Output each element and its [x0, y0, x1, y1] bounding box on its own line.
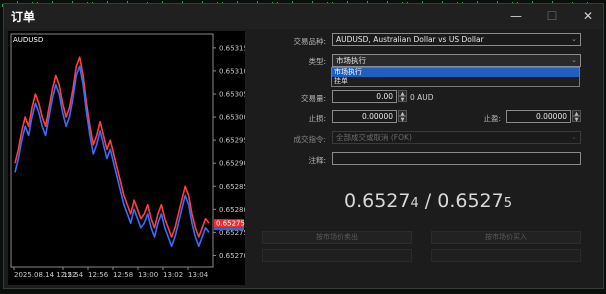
order-dialog: 订单 — ☐ ✕ 0.653150.653100.653050.653000.6… — [3, 3, 604, 289]
close-icon[interactable]: ✕ — [570, 4, 606, 29]
type-select[interactable]: 市场执行 ⌄ — [332, 54, 581, 67]
chart-canvas: 0.65315 0.65310 0.65305 0.65300 0.65295 0.652… — [10, 33, 245, 279]
step-down-icon[interactable]: ▼ — [398, 96, 407, 103]
quote-separator: / — [418, 190, 438, 212]
volume-label: 交易量: — [300, 94, 326, 103]
type-value: 市场执行 — [336, 56, 366, 65]
price-tick-label: 0.65290 — [219, 160, 245, 168]
volume-stepper[interactable]: ▲ ▼ — [398, 90, 407, 103]
symbol-value: AUDUSD, Australian Dollar vs US Dollar — [336, 35, 484, 44]
price-tick-label: 0.65305 — [219, 90, 245, 98]
fill-policy-label: 成交指令: — [293, 135, 326, 144]
chevron-down-icon: ⌄ — [571, 133, 577, 141]
step-down-icon[interactable]: ▼ — [398, 116, 407, 123]
time-tick-label: 12:58 — [113, 271, 133, 279]
price-tick-label: 0.65280 — [219, 206, 245, 214]
price-tick-label: 0.65295 — [219, 137, 245, 145]
ask-price: 0.6527 — [437, 190, 504, 212]
time-tick-label: 13:02 — [163, 271, 183, 279]
takeprofit-label: 止盈: — [483, 114, 501, 123]
price-tick-label: 0.65315 — [219, 44, 245, 52]
stoploss-value: 0.00000 — [361, 112, 393, 121]
takeprofit-input[interactable]: 0.00000 — [506, 110, 571, 123]
time-tick-label: 12:56 — [88, 271, 109, 279]
time-tick-label: 12:54 — [63, 271, 84, 279]
type-option-market[interactable]: 市场执行 — [332, 68, 579, 77]
sell-market-button[interactable]: 按市场价卖出 — [262, 231, 412, 244]
buy-status-bar — [431, 249, 581, 262]
takeprofit-value: 0.00000 — [535, 112, 567, 121]
bid-price-last-digit: 4 — [410, 196, 419, 211]
comment-label: 注释: — [308, 156, 326, 165]
step-down-icon[interactable]: ▼ — [572, 116, 581, 123]
volume-unit: 0 AUD — [410, 93, 434, 102]
price-tick-label: 0.65300 — [219, 114, 245, 122]
symbol-select[interactable]: AUDUSD, Australian Dollar vs US Dollar ⌄ — [332, 33, 581, 46]
window-title: 订单 — [11, 10, 36, 24]
stoploss-label: 止损: — [308, 114, 326, 123]
time-tick-label: 13:00 — [138, 271, 158, 279]
buy-market-button[interactable]: 按市场价买入 — [431, 231, 581, 244]
plot-frame — [10, 33, 214, 268]
chevron-down-icon: ⌄ — [571, 35, 577, 43]
bid-line — [14, 56, 210, 238]
chevron-down-icon: ⌄ — [571, 56, 577, 64]
quote-display: 0.65274 / 0.65275 — [344, 190, 512, 212]
volume-value: 0.00 — [376, 92, 393, 101]
price-chart[interactable]: 0.65315 0.65310 0.65305 0.65300 0.65295 0.652… — [8, 31, 245, 285]
time-tick-label: 13:04 — [188, 271, 209, 279]
comment-input[interactable] — [332, 152, 581, 165]
chart-symbol: AUDUSD — [13, 36, 44, 44]
stoploss-stepper[interactable]: ▲ ▼ — [398, 110, 407, 123]
maximize-icon[interactable]: ☐ — [534, 4, 570, 29]
ask-line — [14, 65, 210, 247]
fill-policy-select[interactable]: 全部成交或取消 (FOK) ⌄ — [332, 131, 581, 144]
title-bar[interactable]: 订单 — ☐ ✕ — [4, 4, 603, 29]
stoploss-input[interactable]: 0.00000 — [332, 110, 397, 123]
price-tick-label: 0.65270 — [219, 252, 245, 260]
ask-price-tag — [214, 227, 244, 231]
price-tick-label: 0.65285 — [219, 183, 245, 191]
volume-input[interactable]: 0.00 — [332, 90, 397, 103]
ask-price-last-digit: 5 — [503, 196, 513, 211]
type-label: 类型: — [308, 57, 326, 66]
symbol-label: 交易品种: — [293, 37, 326, 46]
takeprofit-stepper[interactable]: ▲ ▼ — [572, 110, 581, 123]
minimize-icon[interactable]: — — [498, 4, 534, 29]
type-dropdown: 市场执行 挂单 — [331, 67, 580, 87]
sell-status-bar — [262, 249, 412, 262]
bid-price: 0.6527 — [344, 190, 411, 212]
type-option-pending[interactable]: 挂单 — [332, 77, 579, 86]
current-price-label: 0.65275 — [216, 220, 245, 228]
fill-policy-value: 全部成交或取消 (FOK) — [336, 133, 412, 142]
price-tick-label: 0.65310 — [219, 67, 245, 75]
